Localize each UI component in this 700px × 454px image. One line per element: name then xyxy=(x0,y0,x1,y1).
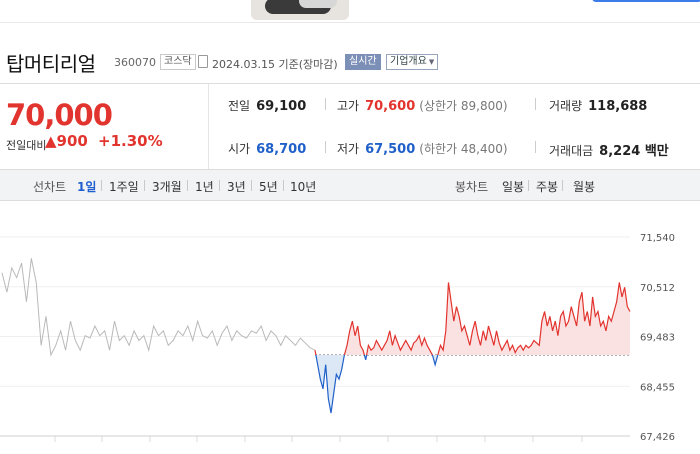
premarket-series-line xyxy=(1,258,316,357)
separator xyxy=(535,141,536,153)
chart-tabs: 선차트 1일 1주일 3개월 1년 3년 5년 10년 봉차트 일봉 주봉 월봉 xyxy=(0,169,700,201)
ad-banner[interactable] xyxy=(0,0,700,22)
y-tick-label: 68,455 xyxy=(640,382,675,393)
separator xyxy=(325,98,326,110)
caret-down-icon: ▼ xyxy=(428,58,435,66)
as-of-date: 2024.03.15 기준(장마감) xyxy=(212,58,338,71)
tab-monthly-candle[interactable]: 월봉 xyxy=(573,178,595,195)
volume-value: 118,688 xyxy=(588,99,648,114)
company-info-button[interactable]: 기업개요 ▼ xyxy=(386,54,439,70)
prev-close: 전일 69,100 xyxy=(228,97,306,114)
separator xyxy=(187,180,188,191)
tab-10years[interactable]: 10년 xyxy=(290,178,316,195)
tab-3years[interactable]: 3년 xyxy=(227,178,246,195)
separator xyxy=(535,98,536,110)
high-value: 70,600 xyxy=(365,99,416,114)
tab-1year[interactable]: 1년 xyxy=(195,178,214,195)
trade-value-label: 거래대금 xyxy=(549,144,594,158)
volume-label: 거래량 xyxy=(549,99,583,113)
realtime-button[interactable]: 실시간 xyxy=(345,54,381,70)
stock-header: 탑머티리얼 360070 코스닥 2024.03.15 기준(장마감) 실시간 … xyxy=(0,46,700,76)
company-info-label: 기업개요 xyxy=(390,56,427,67)
quote-panel: 70,000 전일대비 ▲900 +1.30% 전일 69,100 고가 70,60… xyxy=(0,83,700,170)
y-tick-label: 69,483 xyxy=(640,333,675,344)
y-tick-label: 67,426 xyxy=(640,432,675,443)
open-price: 시가 68,700 xyxy=(228,140,306,157)
tab-1week[interactable]: 1주일 xyxy=(109,178,139,195)
y-tick-label: 71,540 xyxy=(640,233,675,244)
separator xyxy=(325,141,326,153)
prev-close-value: 69,100 xyxy=(256,99,307,114)
separator xyxy=(251,180,252,191)
tab-daily-candle[interactable]: 일봉 xyxy=(502,178,524,195)
upper-limit: (상한가 89,800) xyxy=(419,99,508,113)
separator xyxy=(101,180,102,191)
price-chart-svg: 71,540 70,512 69,483 68,455 67,426 xyxy=(0,233,675,443)
tab-5years[interactable]: 5년 xyxy=(259,178,278,195)
change-label: 전일대비 xyxy=(6,139,47,152)
stock-code: 360070 xyxy=(114,56,156,69)
document-icon xyxy=(198,55,208,68)
low-value: 67,500 xyxy=(365,142,416,157)
change-value: ▲900 xyxy=(45,132,88,150)
tab-weekly-candle[interactable]: 주봉 xyxy=(536,178,558,195)
price-summary: 70,000 전일대비 ▲900 +1.30% xyxy=(0,84,209,170)
divider xyxy=(0,22,700,23)
tab-3months[interactable]: 3개월 xyxy=(152,178,182,195)
prev-close-label: 전일 xyxy=(228,99,251,113)
high-label: 고가 xyxy=(337,99,360,113)
line-chart-label: 선차트 xyxy=(33,180,67,194)
current-price: 70,000 xyxy=(6,98,113,132)
ad-action-button[interactable] xyxy=(592,0,700,2)
low-label: 저가 xyxy=(337,142,360,156)
trade-value: 거래대금 8,224 백만 xyxy=(549,140,669,159)
ad-thumbnail[interactable] xyxy=(251,0,349,20)
stock-name: 탑머티리얼 xyxy=(6,52,96,76)
separator xyxy=(562,180,563,191)
separator xyxy=(144,180,145,191)
volume: 거래량 118,688 xyxy=(549,97,647,114)
tab-1day[interactable]: 1일 xyxy=(77,178,96,195)
separator xyxy=(283,180,284,191)
separator xyxy=(528,180,529,191)
open-value: 68,700 xyxy=(256,142,307,157)
separator xyxy=(219,180,220,191)
high-price: 고가 70,600 (상한가 89,800) xyxy=(337,97,508,114)
market-badge: 코스닥 xyxy=(160,54,196,70)
ad-image-shape xyxy=(299,0,337,8)
trade-value-value: 8,224 백만 xyxy=(599,144,669,159)
y-tick-label: 70,512 xyxy=(640,283,675,294)
change-percent: +1.30% xyxy=(98,132,163,150)
low-price: 저가 67,500 (하한가 48,400) xyxy=(337,140,508,157)
open-label: 시가 xyxy=(228,142,251,156)
lower-limit: (하한가 48,400) xyxy=(419,142,508,156)
price-chart[interactable]: 71,540 70,512 69,483 68,455 67,426 xyxy=(0,200,700,450)
candle-chart-label: 봉차트 xyxy=(455,180,489,194)
